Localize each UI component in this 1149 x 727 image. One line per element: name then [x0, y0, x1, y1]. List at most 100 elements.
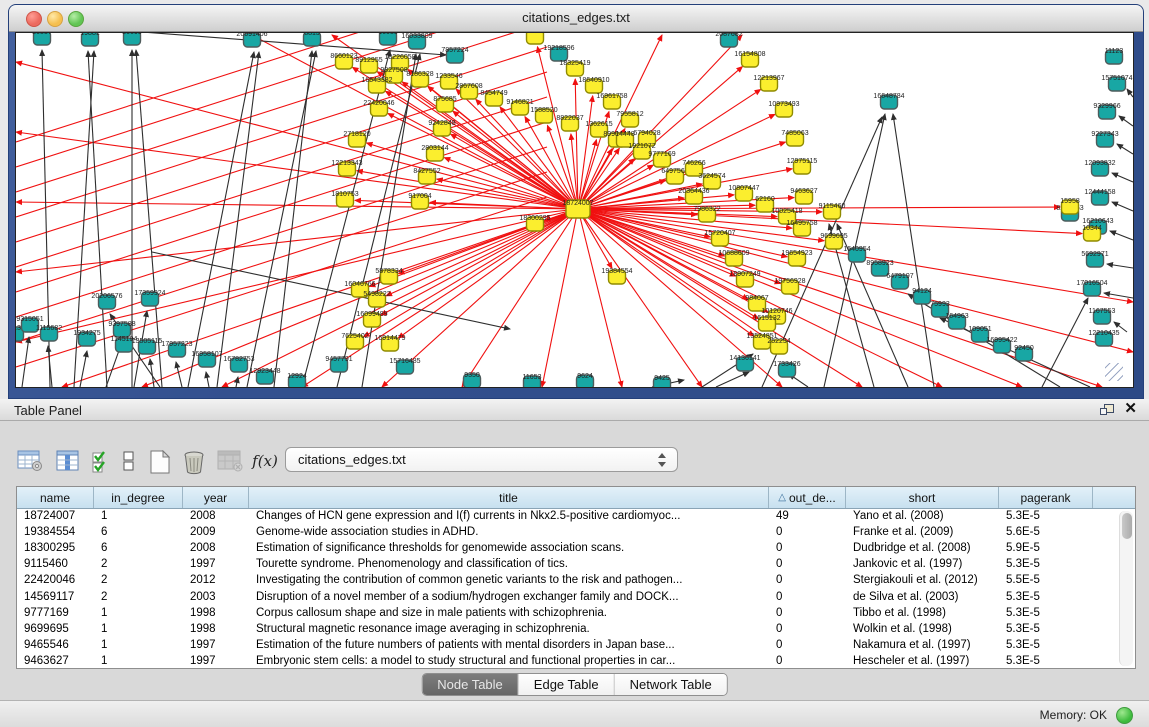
- table-cell[interactable]: 9699695: [17, 623, 94, 635]
- table-cell[interactable]: 2: [94, 591, 183, 603]
- table-cell[interactable]: 0: [769, 655, 846, 667]
- table-cell[interactable]: 19384554: [17, 526, 94, 538]
- table-cell[interactable]: 5.3E-5: [999, 607, 1093, 619]
- window-resize-grip[interactable]: [1105, 363, 1123, 381]
- table-cell[interactable]: 0: [769, 574, 846, 586]
- table-cell[interactable]: Structural magnetic resonance image aver…: [249, 623, 769, 635]
- column-header-year[interactable]: year: [183, 487, 249, 508]
- table-row[interactable]: 911546021997Tourette syndrome. Phenomeno…: [17, 556, 1135, 572]
- table-cell[interactable]: Jankovic et al. (1997): [846, 558, 999, 570]
- table-cell[interactable]: 2: [94, 574, 183, 586]
- table-cell[interactable]: Investigating the contribution of common…: [249, 574, 769, 586]
- table-cell[interactable]: 0: [769, 591, 846, 603]
- table-row[interactable]: 2242004622012Investigating the contribut…: [17, 572, 1135, 588]
- table-cell[interactable]: 5.3E-5: [999, 655, 1093, 667]
- column-header-short[interactable]: short: [846, 487, 999, 508]
- row-height-button[interactable]: [120, 448, 138, 476]
- float-window-icon[interactable]: [1100, 404, 1113, 416]
- scrollbar-thumb[interactable]: [1122, 513, 1132, 539]
- table-cell[interactable]: 0: [769, 542, 846, 554]
- table-cell[interactable]: Tibbo et al. (1998): [846, 607, 999, 619]
- table-cell[interactable]: 1: [94, 655, 183, 667]
- table-cell[interactable]: Stergiakouli et al. (2012): [846, 574, 999, 586]
- tab-node-table[interactable]: Node Table: [422, 674, 519, 695]
- table-row[interactable]: 1456911722003Disruption of a novel membe…: [17, 588, 1135, 604]
- table-cell[interactable]: 1998: [183, 623, 249, 635]
- table-row[interactable]: 1938455462009Genome-wide association stu…: [17, 524, 1135, 540]
- table-cell[interactable]: Corpus callosum shape and size in male p…: [249, 607, 769, 619]
- table-cell[interactable]: Disruption of a novel member of a sodium…: [249, 591, 769, 603]
- table-cell[interactable]: 1997: [183, 639, 249, 651]
- table-cell[interactable]: 6: [94, 526, 183, 538]
- table-cell[interactable]: Dudbridge et al. (2008): [846, 542, 999, 554]
- table-row[interactable]: 1872400712008Changes of HCN gene express…: [17, 508, 1135, 524]
- table-row[interactable]: 946554611997Estimation of the future num…: [17, 637, 1135, 653]
- table-cell[interactable]: 2009: [183, 526, 249, 538]
- tab-network-table[interactable]: Network Table: [615, 674, 727, 695]
- table-cell[interactable]: 5.3E-5: [999, 639, 1093, 651]
- table-cell[interactable]: 9465546: [17, 639, 94, 651]
- table-cell[interactable]: 2008: [183, 542, 249, 554]
- table-cell[interactable]: 22420046: [17, 574, 94, 586]
- column-header-in-degree[interactable]: in_degree: [94, 487, 183, 508]
- table-cell[interactable]: 1997: [183, 655, 249, 667]
- column-header-name[interactable]: name: [17, 487, 94, 508]
- table-cell[interactable]: 2008: [183, 510, 249, 522]
- table-cell[interactable]: 2012: [183, 574, 249, 586]
- table-cell[interactable]: 9777169: [17, 607, 94, 619]
- table-cell[interactable]: 0: [769, 558, 846, 570]
- table-cell[interactable]: 2003: [183, 591, 249, 603]
- table-row[interactable]: 1830029562008Estimation of significance …: [17, 540, 1135, 556]
- table-cell[interactable]: 2: [94, 558, 183, 570]
- memory-status-indicator[interactable]: [1116, 707, 1133, 724]
- table-row[interactable]: 969969511998Structural magnetic resonanc…: [17, 621, 1135, 637]
- table-row[interactable]: 977716911998Corpus callosum shape and si…: [17, 605, 1135, 621]
- table-cell[interactable]: 1998: [183, 607, 249, 619]
- table-cell[interactable]: 5.3E-5: [999, 591, 1093, 603]
- table-cell[interactable]: 49: [769, 510, 846, 522]
- column-header-title[interactable]: title: [249, 487, 769, 508]
- table-cell[interactable]: Wolkin et al. (1998): [846, 623, 999, 635]
- table-cell[interactable]: Nakamura et al. (1997): [846, 639, 999, 651]
- table-cell[interactable]: 5.9E-5: [999, 542, 1093, 554]
- table-cell[interactable]: 0: [769, 639, 846, 651]
- table-cell[interactable]: 9115460: [17, 558, 94, 570]
- table-cell[interactable]: 0: [769, 526, 846, 538]
- table-settings-button[interactable]: [16, 448, 44, 476]
- select-all-button[interactable]: [90, 448, 114, 476]
- table-cell[interactable]: 1: [94, 639, 183, 651]
- table-cell[interactable]: 1997: [183, 558, 249, 570]
- table-cell[interactable]: Estimation of the future numbers of pati…: [249, 639, 769, 651]
- table-cell[interactable]: 18300295: [17, 542, 94, 554]
- network-window-titlebar[interactable]: citations_edges.txt: [9, 5, 1143, 32]
- table-cell[interactable]: Yano et al. (2008): [846, 510, 999, 522]
- node-attribute-table[interactable]: namein_degreeyeartitle△out_de...shortpag…: [16, 486, 1136, 669]
- network-canvas[interactable]: 2055719881206932069140688131603316033809…: [15, 32, 1134, 388]
- citation-network-graph[interactable]: 2055719881206932069140688131603316033809…: [16, 33, 1133, 387]
- table-cell[interactable]: 1: [94, 607, 183, 619]
- table-cell[interactable]: Embryonic stem cells: a model to study s…: [249, 655, 769, 667]
- table-cell[interactable]: de Silva et al. (2003): [846, 591, 999, 603]
- column-header-out-de[interactable]: △out_de...: [769, 487, 846, 508]
- create-table-button[interactable]: [146, 448, 174, 476]
- close-icon[interactable]: ✕: [1124, 401, 1137, 417]
- table-cell[interactable]: Changes of HCN gene expression and I(f) …: [249, 510, 769, 522]
- table-cell[interactable]: Hescheler et al. (1997): [846, 655, 999, 667]
- table-cell[interactable]: 5.5E-5: [999, 574, 1093, 586]
- table-cell[interactable]: 5.6E-5: [999, 526, 1093, 538]
- table-cell[interactable]: 6: [94, 542, 183, 554]
- delete-entries-button[interactable]: [180, 448, 208, 476]
- table-vertical-scrollbar[interactable]: [1119, 511, 1133, 666]
- table-cell[interactable]: 9463627: [17, 655, 94, 667]
- table-cell[interactable]: 5.3E-5: [999, 510, 1093, 522]
- table-cell[interactable]: Franke et al. (2009): [846, 526, 999, 538]
- table-cell[interactable]: 18724007: [17, 510, 94, 522]
- table-cell[interactable]: 5.3E-5: [999, 558, 1093, 570]
- function-builder-button[interactable]: f(x): [248, 448, 282, 476]
- tab-edge-table[interactable]: Edge Table: [519, 674, 615, 695]
- table-cell[interactable]: 0: [769, 607, 846, 619]
- table-cell[interactable]: Estimation of significance thresholds fo…: [249, 542, 769, 554]
- table-cell[interactable]: 1: [94, 510, 183, 522]
- table-row[interactable]: 946362711997Embryonic stem cells: a mode…: [17, 653, 1135, 668]
- table-cell[interactable]: 5.3E-5: [999, 623, 1093, 635]
